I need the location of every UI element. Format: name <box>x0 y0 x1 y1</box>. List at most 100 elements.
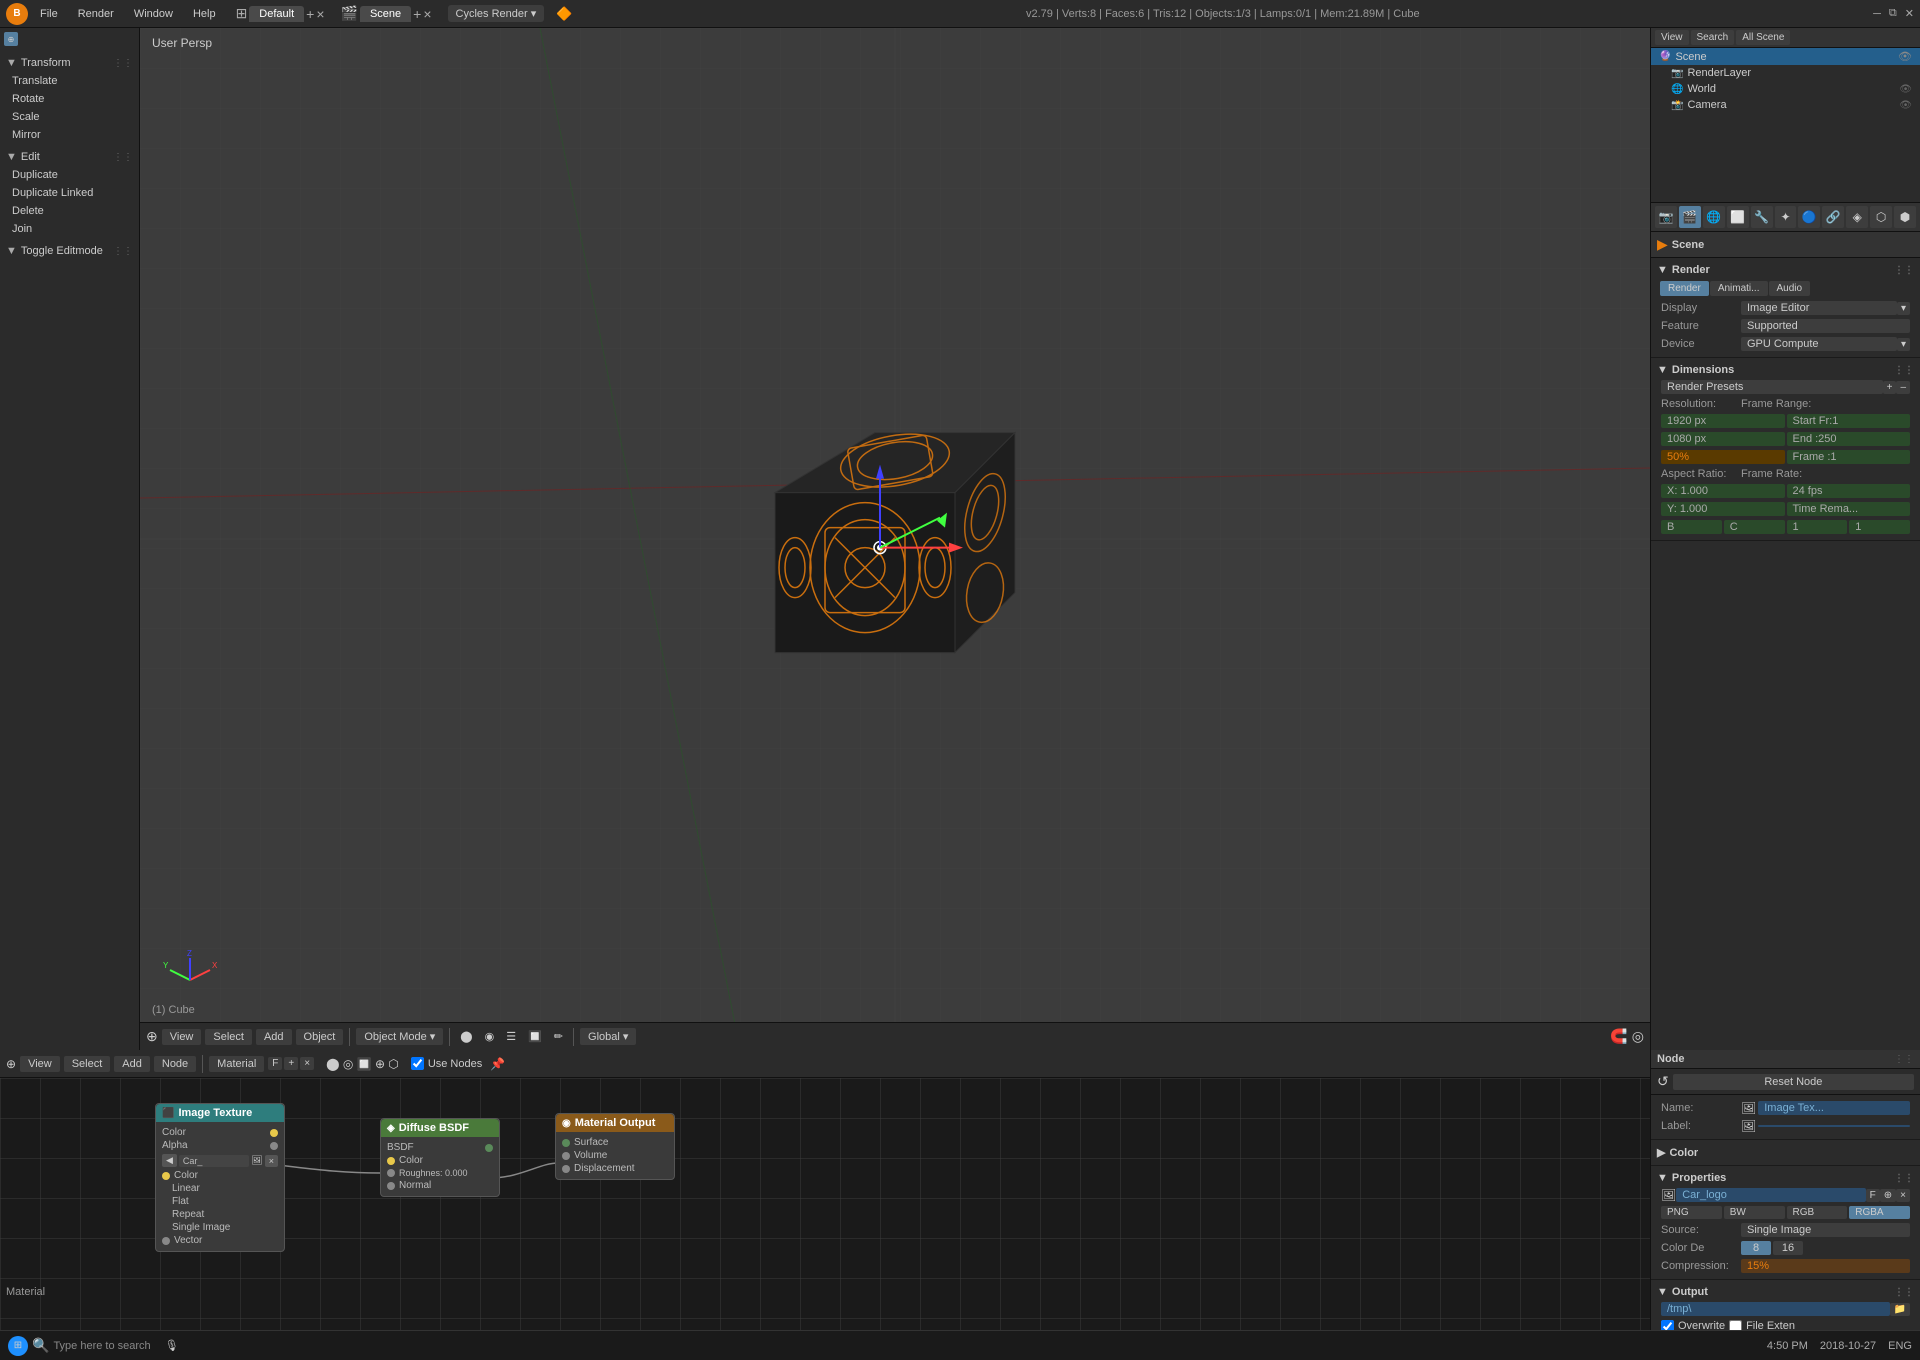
global-dropdown[interactable]: Global ▾ <box>580 1028 636 1045</box>
device-options-btn[interactable]: ▾ <box>1897 338 1910 351</box>
overwrite-checkbox[interactable] <box>1661 1320 1674 1330</box>
bsdf-roughness-socket[interactable] <box>387 1169 395 1177</box>
taskbar-icon-1[interactable]: 🎙 <box>165 1339 179 1352</box>
3d-viewport[interactable]: User Persp X Y Z (1) Cube ⊕ View Select … <box>140 28 1650 1050</box>
outliner-view-btn[interactable]: View <box>1655 30 1689 45</box>
material-list-btn[interactable]: F <box>268 1057 282 1070</box>
mode-dropdown[interactable]: Object Mode ▾ <box>356 1028 443 1045</box>
reset-node-btn[interactable]: Reset Node <box>1673 1074 1914 1090</box>
node-select-btn[interactable]: Select <box>64 1056 111 1072</box>
outliner-item-world[interactable]: 🌐 World 👁 <box>1651 81 1920 97</box>
delete-material-btn[interactable]: × <box>300 1057 314 1070</box>
scene-tab[interactable]: Scene <box>360 6 411 22</box>
draw-mode-btn[interactable]: ✏ <box>550 1028 567 1045</box>
image-texture-node[interactable]: ⬛ Image Texture Color Alpha ◀ Car_ <box>155 1103 285 1252</box>
props-data-icon[interactable]: ◈ <box>1846 206 1868 228</box>
diffuse-bsdf-node[interactable]: ◈ Diffuse BSDF BSDF Color Roughnes: 0.00… <box>380 1118 500 1197</box>
minimize-btn[interactable]: ─ <box>1873 8 1881 20</box>
color-section-header[interactable]: ▶ Color <box>1657 1144 1914 1161</box>
outliner-search-btn[interactable]: Search <box>1691 30 1735 45</box>
surface-input-socket[interactable] <box>562 1139 570 1147</box>
duplicate-linked-btn[interactable]: Duplicate Linked <box>4 184 135 202</box>
props-world-icon[interactable]: 🌐 <box>1703 206 1725 228</box>
outliner-item-camera[interactable]: 📸 Camera 👁 <box>1651 97 1920 113</box>
delete-btn[interactable]: Delete <box>4 202 135 220</box>
copy-image-btn[interactable]: ⊕ <box>1880 1189 1896 1202</box>
props-particles-icon[interactable]: ✦ <box>1775 206 1797 228</box>
render-tab-audio[interactable]: Audio <box>1769 281 1811 296</box>
close-image-btn[interactable]: × <box>1896 1189 1910 1202</box>
fake-user-btn[interactable]: F <box>1866 1189 1880 1202</box>
rotate-btn[interactable]: Rotate <box>4 90 135 108</box>
bsdf-color-socket[interactable] <box>387 1157 395 1165</box>
close-btn[interactable]: ✕ <box>1905 7 1914 20</box>
viewport-shading-icon-1[interactable]: ⬤ <box>456 1028 476 1045</box>
menu-window[interactable]: Window <box>126 6 181 22</box>
render-tab-anim[interactable]: Animati... <box>1710 281 1768 296</box>
props-texture-icon[interactable]: ⬢ <box>1894 206 1916 228</box>
view-menu-btn[interactable]: View <box>162 1029 202 1045</box>
viewport-shading-icon-2[interactable]: ◉ <box>481 1028 499 1045</box>
add-workspace-btn[interactable]: + <box>306 6 314 22</box>
dimensions-section-header[interactable]: ▼ Dimensions ⋮⋮ <box>1657 362 1914 378</box>
viewport-mode-icon[interactable]: ⊕ <box>146 1028 158 1045</box>
viewport-shading-btn[interactable]: 🔲 <box>524 1028 546 1045</box>
scale-btn[interactable]: Scale <box>4 108 135 126</box>
props-render-icon[interactable]: 📷 <box>1655 206 1677 228</box>
camera-visibility[interactable]: 👁 <box>1899 100 1912 111</box>
close-scene-btn[interactable]: × <box>423 6 431 22</box>
alpha-output-socket[interactable] <box>270 1142 278 1150</box>
node-pin-btn[interactable]: 📌 <box>490 1057 505 1071</box>
transform-section-header[interactable]: ▼ Transform ⋮⋮ <box>4 54 135 72</box>
node-properties-header[interactable]: ▼ Properties ⋮⋮ <box>1657 1170 1914 1186</box>
reset-node-icon[interactable]: ↺ <box>1657 1073 1669 1090</box>
node-img-icon[interactable]: 🖼 <box>251 1155 262 1166</box>
vector-input-socket[interactable] <box>162 1237 170 1245</box>
display-options-btn[interactable]: ▾ <box>1897 302 1910 315</box>
add-menu-btn[interactable]: Add <box>256 1029 292 1045</box>
node-img-prev[interactable]: ◀ <box>162 1154 177 1167</box>
viewport-overlay-btn[interactable]: ☰ <box>502 1028 520 1045</box>
file-exten-checkbox[interactable] <box>1729 1320 1742 1330</box>
outliner-allscene-btn[interactable]: All Scene <box>1736 30 1790 45</box>
menu-render[interactable]: Render <box>70 6 122 22</box>
props-modifier-icon[interactable]: 🔧 <box>1751 206 1773 228</box>
snap-btn[interactable]: 🧲 <box>1610 1028 1627 1045</box>
mirror-btn[interactable]: Mirror <box>4 126 135 144</box>
renderer-dropdown[interactable]: Cycles Render ▾ <box>448 5 545 22</box>
bsdf-output-socket[interactable] <box>485 1144 493 1152</box>
props-object-icon[interactable]: ⬜ <box>1727 206 1749 228</box>
node-img-x[interactable]: × <box>265 1155 278 1167</box>
proportional-edit-btn[interactable]: ◎ <box>1632 1028 1644 1045</box>
duplicate-btn[interactable]: Duplicate <box>4 166 135 184</box>
close-workspace-btn[interactable]: × <box>316 6 324 22</box>
object-menu-btn[interactable]: Object <box>296 1029 344 1045</box>
presets-add-btn[interactable]: + <box>1883 381 1897 394</box>
props-constraints-icon[interactable]: 🔗 <box>1822 206 1844 228</box>
select-menu-btn[interactable]: Select <box>205 1029 252 1045</box>
volume-input-socket[interactable] <box>562 1152 570 1160</box>
displacement-input-socket[interactable] <box>562 1165 570 1173</box>
bsdf-normal-socket[interactable] <box>387 1182 395 1190</box>
search-icon[interactable]: 🔍 <box>32 1337 49 1354</box>
edit-section-header[interactable]: ▼ Edit ⋮⋮ <box>4 148 135 166</box>
presets-remove-btn[interactable]: – <box>1896 381 1910 394</box>
side-icon-1[interactable]: ⊕ <box>4 32 18 46</box>
use-nodes-checkbox[interactable] <box>411 1057 424 1070</box>
outliner-item-renderlayer[interactable]: 📷 RenderLayer <box>1651 65 1920 81</box>
color-input-socket[interactable] <box>162 1172 170 1180</box>
menu-file[interactable]: File <box>32 6 66 22</box>
maximize-btn[interactable]: ⧉ <box>1889 7 1897 20</box>
visibility-icon[interactable]: 👁 <box>1898 50 1912 63</box>
menu-help[interactable]: Help <box>185 6 224 22</box>
material-output-node[interactable]: ◉ Material Output Surface Volume Displac… <box>555 1113 675 1180</box>
node-editor-icon[interactable]: ⊕ <box>6 1057 16 1071</box>
render-section-header[interactable]: ▼ Render ⋮⋮ <box>1657 262 1914 278</box>
browse-path-btn[interactable]: 📁 <box>1890 1303 1910 1316</box>
props-physics-icon[interactable]: 🔵 <box>1798 206 1820 228</box>
color-output-socket[interactable] <box>270 1129 278 1137</box>
node-view-btn[interactable]: View <box>20 1056 60 1072</box>
add-scene-btn[interactable]: + <box>413 6 421 22</box>
outliner-item-scene[interactable]: 🔮 Scene 👁 <box>1651 48 1920 65</box>
props-material-icon[interactable]: ⬡ <box>1870 206 1892 228</box>
